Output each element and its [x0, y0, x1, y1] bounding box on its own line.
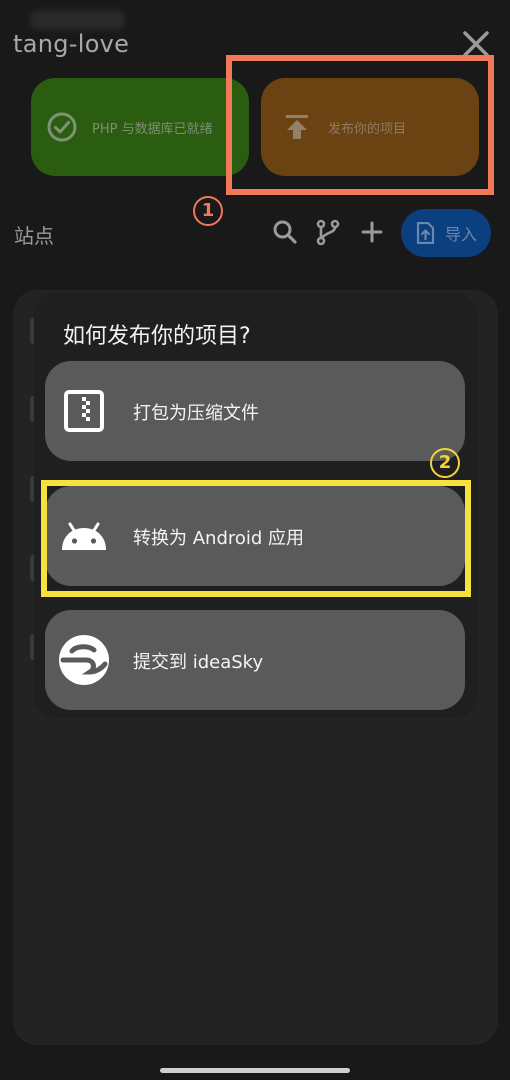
annotation-number-2: 2: [430, 448, 460, 478]
app-title: tang-love: [13, 30, 130, 58]
option-submit-ideasky[interactable]: 提交到 ideaSky: [45, 610, 465, 710]
php-db-ready-label: PHP 与数据库已就绪: [92, 121, 213, 137]
ideasky-logo-icon: [59, 635, 109, 685]
import-button[interactable]: 导入: [401, 209, 491, 257]
plus-icon[interactable]: [358, 218, 386, 246]
status-bar-blurred: [30, 10, 125, 30]
search-icon[interactable]: [271, 218, 299, 246]
zip-file-icon: [64, 390, 104, 432]
sites-label: 站点: [14, 224, 54, 248]
branch-icon[interactable]: [314, 218, 342, 246]
annotation-box-step-1: [226, 55, 494, 195]
dialog-title: 如何发布你的项目?: [63, 324, 251, 349]
check-circle-icon: [47, 112, 77, 142]
import-icon: [416, 222, 435, 244]
option-submit-ideasky-label: 提交到 ideaSky: [133, 652, 264, 673]
option-package-zip-label: 打包为压缩文件: [133, 403, 259, 424]
option-package-zip[interactable]: 打包为压缩文件: [45, 361, 465, 461]
annotation-box-step-2: [41, 480, 471, 597]
home-indicator[interactable]: [160, 1068, 350, 1073]
annotation-number-1: 1: [193, 196, 223, 226]
import-label: 导入: [444, 225, 477, 244]
php-db-ready-card[interactable]: PHP 与数据库已就绪: [31, 78, 249, 176]
